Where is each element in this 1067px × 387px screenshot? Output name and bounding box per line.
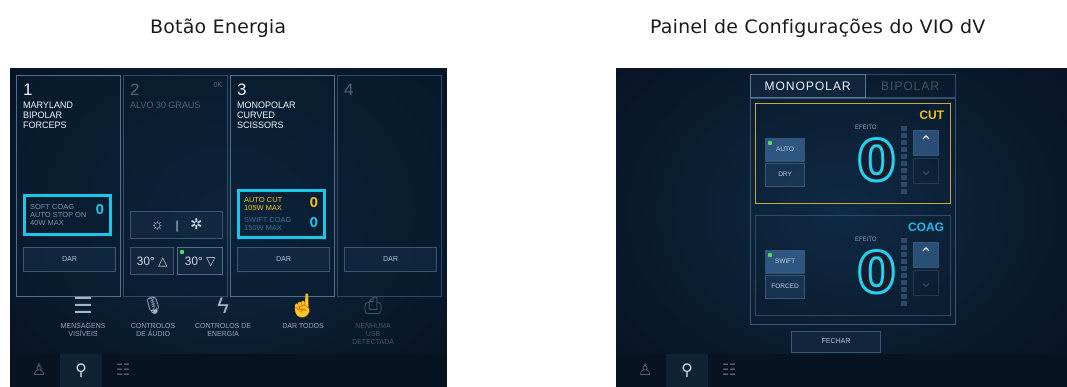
list-icon: ☰ — [73, 293, 93, 318]
slot-number: 2 — [130, 80, 140, 99]
slot-status: 0K — [213, 82, 222, 89]
level-meter — [901, 238, 907, 308]
usb-status: ⎙ NENHUMA USB DETECTADA — [338, 292, 408, 347]
settings-sliders-icon[interactable]: ☷ — [708, 354, 750, 387]
active-indicator — [768, 141, 772, 145]
icon-label: CONTROLOS DE ENERGIA — [194, 323, 251, 338]
coag-mode-label: SWIFT COAG 150W MAX — [244, 215, 292, 232]
auto-label: AUTO — [776, 146, 794, 153]
dar-button[interactable]: DAR — [344, 247, 437, 272]
forced-button[interactable]: FORCED — [765, 275, 805, 299]
audio-controls-button[interactable]: 🎙 CONTROLOS DE ÁUDIO — [118, 292, 188, 339]
mode-label: SOFT COAG AUTO STOP ON 40W MAX — [30, 202, 87, 227]
angle-down-label: 30° ▽ — [184, 254, 216, 268]
energy-controls-button[interactable]: ϟ CONTROLOS DE ENERGIA — [188, 292, 258, 339]
instrument-name: MARYLAND BIPOLAR FORCEPS — [23, 100, 73, 130]
instrument-slot-4[interactable]: 4 DAR — [337, 75, 442, 297]
instrument-slot-2[interactable]: 2 0K ALVO 30 GRAUS ☼ | ✲ 30° △ 30° ▽ — [123, 75, 228, 297]
close-button[interactable]: FECHAR — [791, 331, 881, 353]
instrument-name: ALVO 30 GRAUS — [130, 100, 201, 110]
icon-label: DAR TODOS — [282, 323, 324, 330]
icon-label: CONTROLOS DE ÁUDIO — [130, 323, 176, 338]
coag-title: COAG — [908, 220, 944, 234]
sun-icon[interactable]: ☼ — [150, 216, 164, 233]
mode-value: 0 — [95, 201, 104, 218]
active-indicator — [768, 253, 772, 257]
swift-button[interactable]: SWIFT — [765, 250, 805, 274]
energy-button-screen: 1 MARYLAND BIPOLAR FORCEPS SOFT COAG AUT… — [10, 68, 447, 387]
instrument-slot-3[interactable]: 3 MONOPOLAR CURVED SCISSORS AUTO CUT 105… — [230, 75, 335, 297]
dry-button[interactable]: DRY — [765, 163, 805, 187]
settings-sliders-icon[interactable]: ☷ — [102, 354, 144, 387]
camera-icon: ⎙ — [364, 293, 382, 318]
instruments-icon[interactable]: ⚲ — [666, 354, 708, 387]
cut-section: CUT AUTO DRY EFEITO 0 ⌃ ⌄ — [755, 103, 951, 204]
hand-icon: ☝ — [289, 293, 317, 318]
instrument-name: MONOPOLAR CURVED SCISSORS — [237, 100, 296, 130]
angle-up-button[interactable]: 30° △ — [130, 247, 174, 275]
energy-mode-box[interactable]: SOFT COAG AUTO STOP ON 40W MAX 0 — [23, 194, 112, 236]
increase-button[interactable]: ⌃ — [913, 242, 939, 268]
visible-messages-button[interactable]: ☰ MENSAGENS VISÍVEIS — [48, 292, 118, 339]
cut-mode-value: 0 — [309, 194, 318, 211]
active-indicator — [180, 250, 184, 254]
lightning-icon: ϟ — [217, 293, 229, 318]
cut-title: CUT — [919, 108, 944, 122]
microphone-icon: 🎙 — [142, 296, 164, 315]
coag-effect-value: 0 — [856, 241, 898, 306]
level-meter — [901, 126, 907, 196]
swift-label: SWIFT — [774, 258, 796, 265]
icon-label: NENHUMA USB DETECTADA — [352, 323, 394, 346]
cut-effect-value: 0 — [856, 129, 898, 194]
angle-down-button[interactable]: 30° ▽ — [177, 247, 223, 275]
increase-button[interactable]: ⌃ — [913, 130, 939, 156]
user-icon[interactable]: ♙ — [624, 354, 666, 387]
caption-energy-button: Botão Energia — [150, 16, 287, 38]
slot-number: 3 — [237, 80, 247, 99]
brightness-controls: ☼ | ✲ — [130, 211, 223, 239]
bottom-tab-bar: ♙ ⚲ ☷ — [10, 354, 447, 387]
give-all-button[interactable]: ☝ DAR TODOS — [268, 292, 338, 331]
icon-label: MENSAGENS VISÍVEIS — [60, 323, 106, 338]
caption-vio-settings-panel: Painel de Configurações do VIO dV — [650, 16, 986, 38]
bottom-tab-bar: ♙ ⚲ ☷ — [616, 354, 1067, 387]
coag-section: COAG SWIFT FORCED EFEITO 0 ⌃ ⌄ — [755, 215, 951, 316]
decrease-button[interactable]: ⌄ — [913, 270, 939, 296]
slot-number: 4 — [344, 80, 354, 99]
dar-button[interactable]: DAR — [23, 247, 116, 272]
auto-button[interactable]: AUTO — [765, 138, 805, 162]
instruments-icon[interactable]: ⚲ — [60, 354, 102, 387]
mode-tabs: MONOPOLAR BIPOLAR — [750, 74, 956, 98]
vio-settings-screen: MONOPOLAR BIPOLAR CUT AUTO DRY EFEITO 0 … — [616, 68, 1067, 387]
slot-number: 1 — [23, 80, 33, 99]
coag-mode-value: 0 — [309, 214, 318, 231]
contrast-icon[interactable]: ✲ — [190, 216, 203, 233]
instrument-slot-1[interactable]: 1 MARYLAND BIPOLAR FORCEPS SOFT COAG AUT… — [16, 75, 121, 297]
tab-monopolar[interactable]: MONOPOLAR — [750, 74, 866, 98]
decrease-button[interactable]: ⌄ — [913, 158, 939, 184]
cut-mode-label: AUTO CUT 105W MAX — [244, 195, 283, 212]
dar-button[interactable]: DAR — [237, 247, 330, 272]
settings-panel: CUT AUTO DRY EFEITO 0 ⌃ ⌄ COAG SWIFT FOR… — [750, 98, 956, 325]
user-icon[interactable]: ♙ — [18, 354, 60, 387]
energy-mode-box[interactable]: AUTO CUT 105W MAX 0 SWIFT COAG 150W MAX … — [237, 189, 326, 239]
tab-bipolar[interactable]: BIPOLAR — [866, 74, 956, 98]
